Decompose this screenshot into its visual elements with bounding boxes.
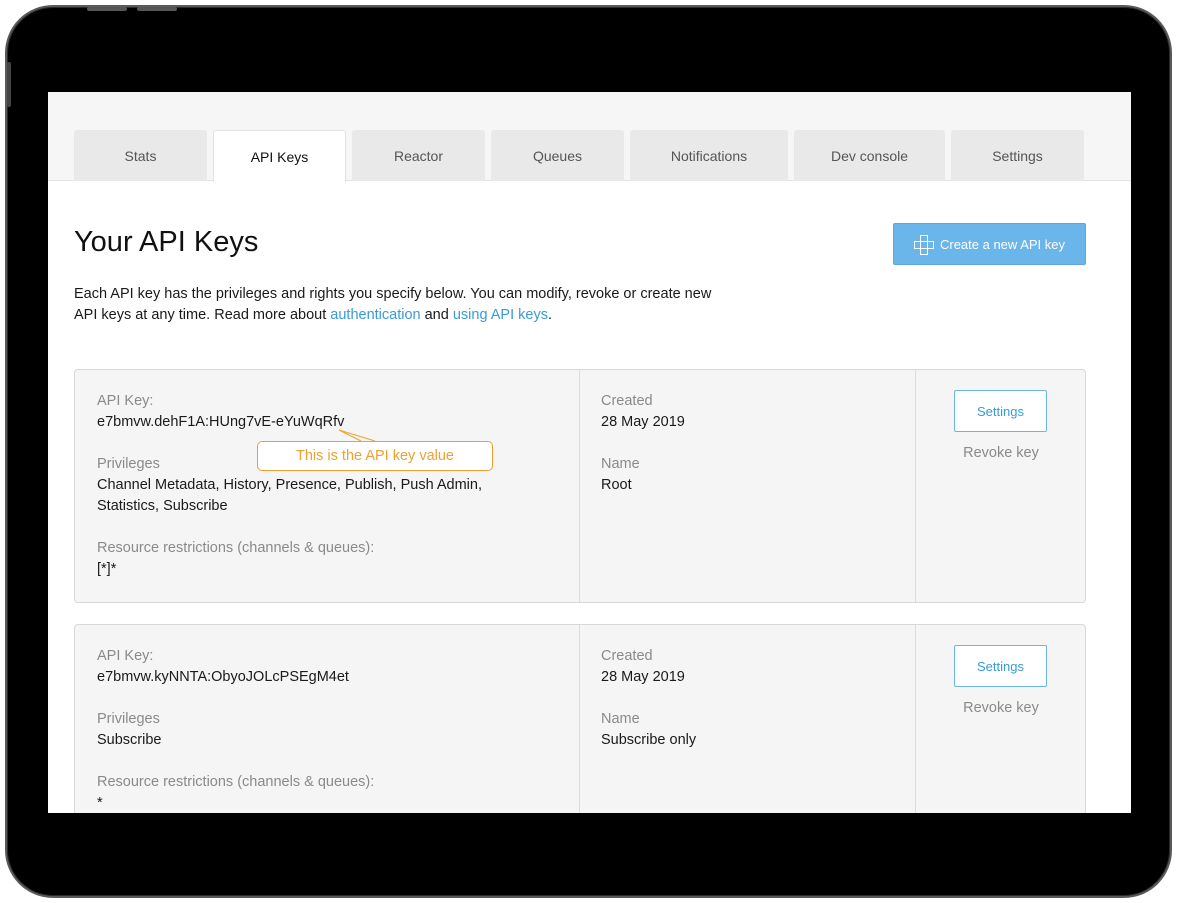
name-value: Root — [601, 477, 632, 493]
api-key-callout: This is the API key value — [257, 441, 493, 471]
api-key-card: API Key: e7bmvw.kyNNTA:ObyoJOLcPSEgM4et … — [74, 624, 1086, 813]
key-settings-button[interactable]: Settings — [954, 645, 1047, 687]
intro-text: Each API key has the privileges and righ… — [74, 284, 734, 326]
tab-stats[interactable]: Stats — [74, 130, 207, 181]
name-label: Name — [601, 711, 640, 727]
api-key-card: API Key: e7bmvw.dehF1A:HUng7vE-eYuWqRfv … — [74, 369, 1086, 603]
restrictions-label: Resource restrictions (channels & queues… — [97, 774, 375, 790]
created-value: 28 May 2019 — [601, 669, 685, 685]
api-key-details: API Key: e7bmvw.kyNNTA:ObyoJOLcPSEgM4et … — [75, 625, 580, 813]
revoke-key-link[interactable]: Revoke key — [916, 445, 1086, 461]
api-key-meta: Created 28 May 2019 Name Root — [580, 370, 916, 602]
api-key-actions: Settings Revoke key — [916, 370, 1085, 602]
api-key-label: API Key: — [97, 393, 154, 409]
api-key-details: API Key: e7bmvw.dehF1A:HUng7vE-eYuWqRfv … — [75, 370, 580, 602]
api-key-label: API Key: — [97, 648, 154, 664]
create-api-key-button[interactable]: Create a new API key — [893, 223, 1086, 265]
plus-icon — [913, 235, 934, 255]
tab-settings[interactable]: Settings — [951, 130, 1084, 181]
privileges-label: Privileges — [97, 711, 160, 727]
restrictions-value: * — [97, 795, 103, 811]
revoke-key-link[interactable]: Revoke key — [916, 700, 1086, 716]
created-label: Created — [601, 648, 653, 664]
authentication-link[interactable]: authentication — [330, 307, 420, 323]
page-title: Your API Keys — [74, 226, 259, 258]
api-key-value: e7bmvw.dehF1A:HUng7vE-eYuWqRfv — [97, 414, 345, 430]
tab-bar: Stats API Keys Reactor Queues Notificati… — [48, 92, 1131, 182]
tab-queues[interactable]: Queues — [491, 130, 624, 181]
restrictions-value: [*]* — [97, 561, 117, 577]
privileges-value: Subscribe — [97, 732, 162, 748]
restrictions-label: Resource restrictions (channels & queues… — [97, 540, 375, 556]
name-label: Name — [601, 456, 640, 472]
key-settings-button[interactable]: Settings — [954, 390, 1047, 432]
app-screen: Stats API Keys Reactor Queues Notificati… — [48, 92, 1131, 813]
tab-reactor[interactable]: Reactor — [352, 130, 485, 181]
api-key-meta: Created 28 May 2019 Name Subscribe only — [580, 625, 916, 813]
privileges-value: Channel Metadata, History, Presence, Pub… — [97, 477, 482, 514]
intro-text-part: and — [420, 307, 453, 323]
created-value: 28 May 2019 — [601, 414, 685, 430]
device-side-button — [7, 62, 11, 107]
privileges-label: Privileges — [97, 456, 160, 472]
create-api-key-label: Create a new API key — [939, 236, 1065, 252]
created-label: Created — [601, 393, 653, 409]
tab-dev-console[interactable]: Dev console — [794, 130, 945, 181]
api-key-value: e7bmvw.kyNNTA:ObyoJOLcPSEgM4et — [97, 669, 349, 685]
tab-notifications[interactable]: Notifications — [630, 130, 788, 181]
name-value: Subscribe only — [601, 732, 697, 748]
device-top-button — [137, 7, 177, 11]
using-api-keys-link[interactable]: using API keys — [453, 307, 548, 323]
device-top-button — [87, 7, 127, 11]
intro-text-part: . — [547, 307, 552, 323]
tab-api-keys[interactable]: API Keys — [213, 130, 346, 182]
api-key-actions: Settings Revoke key — [916, 625, 1085, 813]
